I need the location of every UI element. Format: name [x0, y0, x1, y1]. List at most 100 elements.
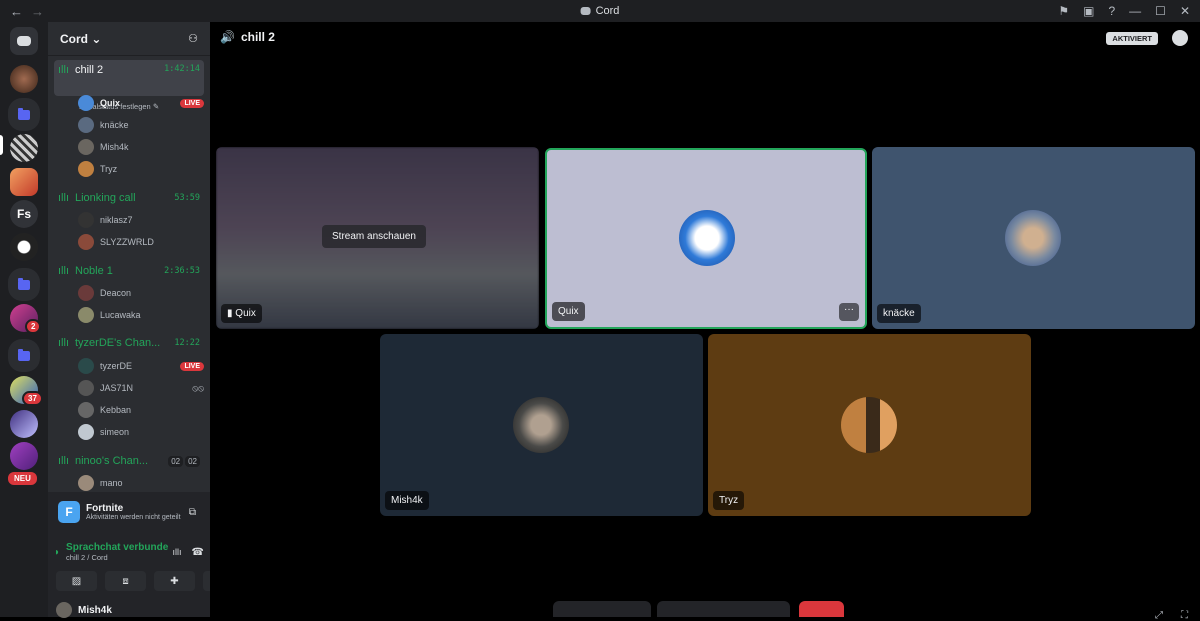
server-folder[interactable] [8, 339, 40, 372]
server-header[interactable]: Cord ⌄ ⚇ [48, 22, 210, 56]
tile-label: Quix [552, 302, 585, 321]
avatar [841, 397, 897, 453]
avatar [78, 95, 94, 111]
voice-user[interactable]: mano [78, 473, 204, 493]
current-user[interactable]: Mish4k [56, 602, 206, 618]
voice-activity-icon: ıllı [58, 265, 69, 277]
watch-stream-button[interactable]: Stream anschauen [322, 225, 426, 248]
window-title: Cord [580, 5, 619, 17]
avatar [78, 475, 94, 491]
disconnect-icon[interactable]: ☎ [192, 547, 204, 558]
fullscreen-icon[interactable]: ⛶ [1181, 610, 1188, 621]
server-icon[interactable] [10, 233, 38, 261]
voice-channel-chill-2[interactable]: ıllı chill 2 1:42:14 [54, 60, 204, 96]
more-options-icon[interactable]: ··· [839, 303, 859, 321]
voice-user[interactable]: simeon [78, 422, 204, 442]
flag-icon[interactable]: ⚑ [1058, 4, 1069, 18]
server-icon[interactable] [10, 134, 38, 162]
voice-user[interactable]: Deacon [78, 283, 204, 303]
screen-share-button[interactable]: ⧈ [105, 571, 146, 591]
mic-camera-controls[interactable] [553, 601, 651, 617]
folder-icon [18, 107, 30, 120]
avatar [78, 307, 94, 323]
voice-activity-icon: ıllı [58, 455, 69, 467]
avatar [679, 210, 735, 266]
voice-channel-view: 🔊 chill 2 AKTIVIERT Stream anschauen ▮ Q… [210, 22, 1200, 621]
voice-user[interactable]: JAS71N ⦸⦸ [78, 378, 204, 398]
mention-badge: 37 [22, 391, 43, 406]
forward-arrow-icon[interactable]: → [31, 4, 44, 19]
stream-tile[interactable]: Stream anschauen ▮ Quix [216, 147, 539, 329]
popout-icon[interactable]: ⤢ [1155, 610, 1163, 621]
avatar [78, 234, 94, 250]
chat-bubble-icon[interactable] [1172, 30, 1188, 46]
live-badge: LIVE [180, 98, 204, 108]
user-limit: 02 [185, 455, 200, 467]
maximize-icon[interactable]: ☐ [1155, 4, 1166, 18]
voice-channel-tyzerde[interactable]: ıllı tyzerDE's Chan... 12:22 [54, 332, 204, 354]
voice-activity-icon: ıllı [58, 337, 69, 349]
new-badge: NEU [6, 470, 39, 487]
voice-channel-ninoo[interactable]: ıllı ninoo's Chan... 02 02 [54, 450, 204, 472]
voice-user[interactable]: niklasz7 [78, 210, 204, 230]
minimize-icon[interactable]: — [1129, 4, 1141, 18]
back-arrow-icon[interactable]: ← [10, 4, 23, 19]
home-button[interactable] [10, 27, 38, 55]
voice-user[interactable]: SLYZZWRLD [78, 232, 204, 252]
voice-connection-status: ◗ Sprachchat verbunde chill 2 / Cord ıll… [54, 542, 204, 562]
server-icon[interactable] [10, 168, 38, 196]
share-activity-controls[interactable] [657, 601, 790, 617]
server-icon-fs[interactable]: Fs [10, 200, 38, 228]
voice-user[interactable]: Quix LIVE [78, 93, 204, 113]
tile-label: Mish4k [385, 491, 429, 510]
voice-user[interactable]: knäcke [78, 115, 204, 135]
activated-badge[interactable]: AKTIVIERT [1106, 32, 1158, 45]
voice-activity-icon: ıllı [58, 192, 69, 204]
voice-user[interactable]: Lucawaka [78, 305, 204, 325]
server-folder[interactable] [8, 268, 40, 301]
voice-user[interactable]: Mish4k [78, 137, 204, 157]
help-icon[interactable]: ? [1108, 4, 1115, 18]
activity-card[interactable]: F Fortnite Aktivitäten werden nicht gete… [54, 492, 204, 532]
server-icon[interactable] [10, 442, 38, 470]
avatar [1005, 210, 1061, 266]
user-count: 02 [168, 455, 184, 467]
chevron-down-icon: ⌄ [91, 31, 102, 46]
fortnite-icon: F [58, 501, 80, 523]
folder-icon [18, 348, 30, 361]
live-badge: LIVE [180, 361, 204, 371]
avatar [78, 424, 94, 440]
activities-button[interactable]: ✚ [154, 571, 195, 591]
voice-user[interactable]: Kebban [78, 400, 204, 420]
participant-tile-mish4k[interactable]: Mish4k [380, 334, 703, 516]
avatar [78, 161, 94, 177]
participant-tile-tryz[interactable]: Tryz [708, 334, 1031, 516]
voice-user[interactable]: tyzerDE LIVE [78, 356, 204, 376]
inbox-icon[interactable]: ▣ [1083, 4, 1094, 18]
disconnect-button[interactable] [799, 601, 844, 617]
noise-suppression-icon[interactable]: ıllı [173, 547, 182, 557]
voice-channel-lionking[interactable]: ıllı Lionking call 53:59 [54, 187, 204, 209]
server-folder[interactable] [8, 98, 40, 131]
close-icon[interactable]: ✕ [1180, 4, 1190, 18]
discord-logo-icon [17, 36, 31, 46]
participant-tile-quix[interactable]: Quix ··· [545, 148, 867, 329]
voice-user[interactable]: Tryz [78, 159, 204, 179]
tile-label: ▮ Quix [221, 304, 262, 323]
tile-label: Tryz [713, 491, 745, 510]
server-list: Fs 2 37 NEU [0, 22, 48, 617]
server-icon[interactable] [10, 65, 38, 93]
server-icon[interactable] [10, 410, 38, 438]
avatar [78, 402, 94, 418]
title-bar: ← → Cord ⚑ ▣ ? — ☐ ✕ [0, 0, 1200, 22]
speaker-icon: 🔊 [220, 30, 235, 44]
share-screen-icon[interactable]: ⧉ [189, 507, 196, 518]
unread-indicator [0, 135, 3, 155]
mention-badge: 2 [25, 319, 42, 334]
participant-tile-knacke[interactable]: knäcke [872, 147, 1195, 329]
avatar [78, 117, 94, 133]
voice-channel-noble-1[interactable]: ıllı Noble 1 2:36:53 [54, 260, 204, 282]
camera-off-button[interactable]: ▨ [56, 571, 97, 591]
signal-icon: ◗ [54, 546, 61, 558]
add-member-icon[interactable]: ⚇ [188, 32, 198, 45]
